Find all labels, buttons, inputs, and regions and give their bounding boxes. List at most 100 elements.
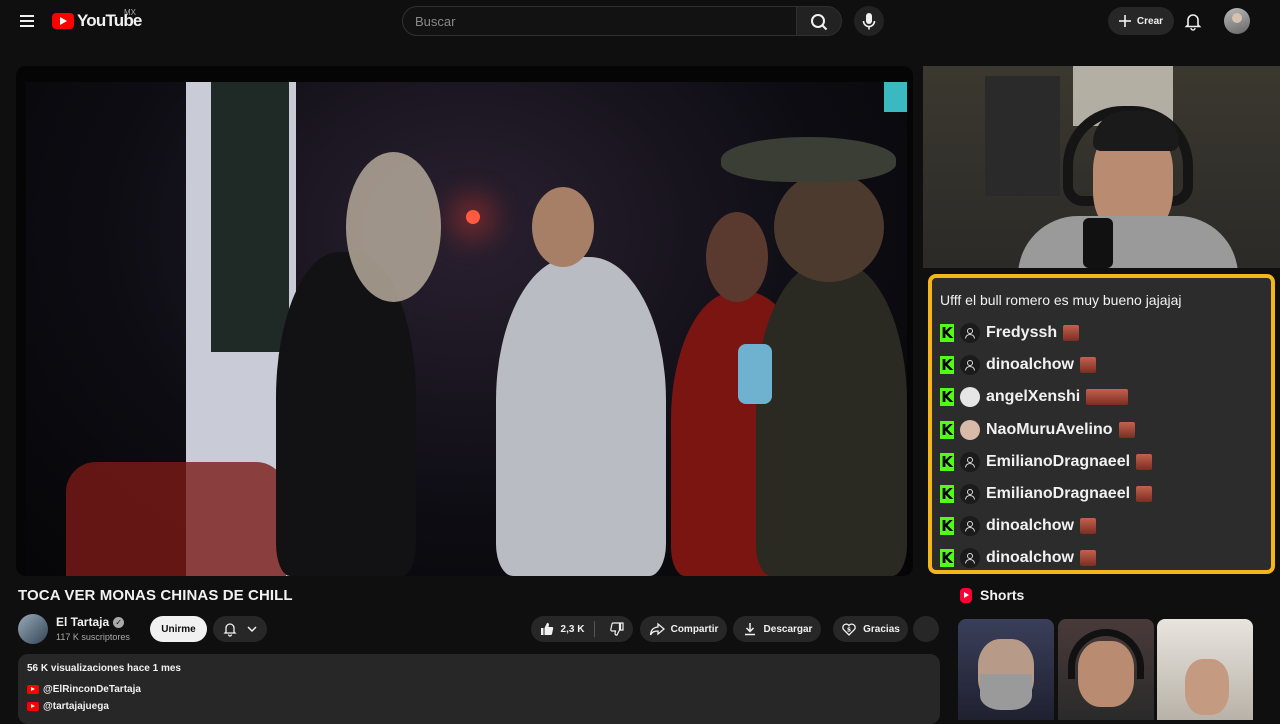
view-stats: 56 K visualizaciones hace 1 mes (27, 663, 181, 674)
description-link[interactable]: @tartajajuega (27, 701, 109, 712)
channel-link[interactable]: @ElRinconDeTartaja (43, 684, 141, 695)
user-icon (960, 355, 980, 375)
search-button[interactable] (796, 6, 842, 36)
heart-dollar-icon: $ (842, 623, 856, 636)
kick-icon: K (940, 517, 954, 535)
svg-text:$: $ (847, 627, 851, 634)
scene-head-center (532, 187, 594, 267)
download-icon (744, 623, 755, 636)
kick-icon: K (940, 453, 954, 471)
description-link[interactable]: @ElRinconDeTartaja (27, 684, 141, 695)
chat-username: EmilianoDragnaeel (986, 453, 1131, 470)
scene-bottle (738, 344, 772, 404)
scene-hat-right (721, 137, 896, 182)
shorts-title: Shorts (980, 587, 1025, 603)
chat-row: K dinoalchow (940, 546, 1096, 570)
top-bar: YouTube MX Crear (0, 0, 1280, 42)
video-frame (26, 82, 907, 576)
webcam-poster (985, 76, 1060, 196)
short-thumbnail[interactable] (958, 619, 1054, 720)
streamer-webcam (923, 66, 1280, 268)
channel-name[interactable]: El Tartaja (56, 615, 109, 629)
menu-icon[interactable] (14, 9, 40, 33)
dislike-button[interactable] (601, 621, 625, 637)
scene-head-red (706, 212, 768, 302)
channel-avatar[interactable] (18, 614, 48, 644)
share-label: Compartir (670, 623, 719, 635)
short-thumbnail[interactable] (1157, 619, 1253, 720)
thanks-button[interactable]: $ Gracias (833, 616, 908, 642)
scene-vehicle (66, 462, 286, 576)
bell-icon (223, 623, 237, 637)
download-label: Descargar (763, 623, 813, 635)
notifications-button[interactable] (1180, 8, 1206, 34)
thanks-label: Gracias (863, 623, 900, 635)
shorts-icon (960, 587, 972, 603)
chat-username: EmilianoDragnaeel (986, 485, 1131, 502)
chat-username: dinoalchow (986, 356, 1074, 373)
more-actions-button[interactable] (913, 616, 939, 642)
short-thumbnail[interactable] (1058, 619, 1154, 720)
video-player[interactable] (16, 66, 913, 576)
channel-link[interactable]: @tartajajuega (43, 701, 109, 712)
youtube-play-icon (52, 13, 74, 29)
emote-icon (1136, 486, 1153, 502)
share-button[interactable]: Compartir (640, 616, 727, 642)
download-button[interactable]: Descargar (733, 616, 821, 642)
webcam-hair (1093, 111, 1179, 151)
like-count: 2,3 K (560, 623, 585, 635)
kick-chat-overlay: Ufff el bull romero es muy bueno jajajaj… (928, 274, 1275, 574)
subscription-bell-button[interactable] (213, 616, 267, 642)
chat-username: dinoalchow (986, 549, 1074, 566)
scene-person-right (756, 262, 907, 576)
user-avatar (960, 387, 980, 407)
voice-search-button[interactable] (854, 6, 884, 36)
shorts-heading: Shorts (960, 587, 1024, 603)
description-box[interactable]: 56 K visualizaciones hace 1 mes @ElRinco… (18, 654, 940, 724)
video-title: TOCA VER MONAS CHINAS DE CHILL (18, 587, 293, 604)
youtube-icon (27, 685, 39, 694)
emote-icon (1080, 518, 1096, 534)
chat-row: K dinoalchow (940, 353, 1096, 377)
search-input[interactable] (403, 7, 796, 35)
chat-row: K EmilianoDragnaeel (940, 482, 1153, 506)
like-button[interactable]: 2,3 K (539, 621, 596, 637)
join-button[interactable]: Unirme (150, 616, 207, 642)
user-avatar (960, 420, 980, 440)
search-icon (811, 14, 828, 31)
account-avatar[interactable] (1224, 8, 1250, 34)
chevron-down-icon (247, 626, 257, 633)
chat-username: Fredyssh (986, 324, 1058, 341)
verified-icon: ✓ (113, 616, 125, 628)
chat-username: dinoalchow (986, 517, 1074, 534)
chat-username: angelXenshi (986, 388, 1081, 405)
user-icon (960, 452, 980, 472)
kick-icon: K (940, 549, 954, 567)
create-button[interactable]: Crear (1108, 7, 1174, 35)
plus-icon (1118, 15, 1131, 27)
chat-row: K dinoalchow (940, 514, 1096, 538)
short-beard (980, 674, 1032, 710)
scene-head-right (774, 172, 884, 282)
bell-icon (1184, 14, 1202, 31)
emote-icon (1080, 357, 1096, 373)
scene-sign (884, 82, 907, 112)
thumbs-up-icon (540, 622, 553, 636)
emote-icon (1080, 550, 1096, 566)
kick-icon: K (940, 388, 954, 406)
search-box (402, 6, 796, 36)
share-icon (649, 622, 665, 636)
channel-name-row[interactable]: El Tartaja ✓ (56, 615, 125, 629)
subscriber-count: 117 K suscriptores (56, 632, 130, 642)
chat-row: K angelXenshi (940, 385, 1129, 409)
emote-icon (1136, 454, 1153, 470)
short-face (1185, 659, 1229, 715)
emote-icon (1118, 422, 1135, 438)
kick-icon: K (940, 356, 954, 374)
scene-window (211, 82, 289, 352)
chat-row: K EmilianoDragnaeel (940, 450, 1153, 474)
user-icon (960, 484, 980, 504)
chat-row: K Fredyssh (940, 321, 1080, 345)
youtube-icon (27, 702, 39, 711)
emote-icon (1086, 389, 1129, 405)
